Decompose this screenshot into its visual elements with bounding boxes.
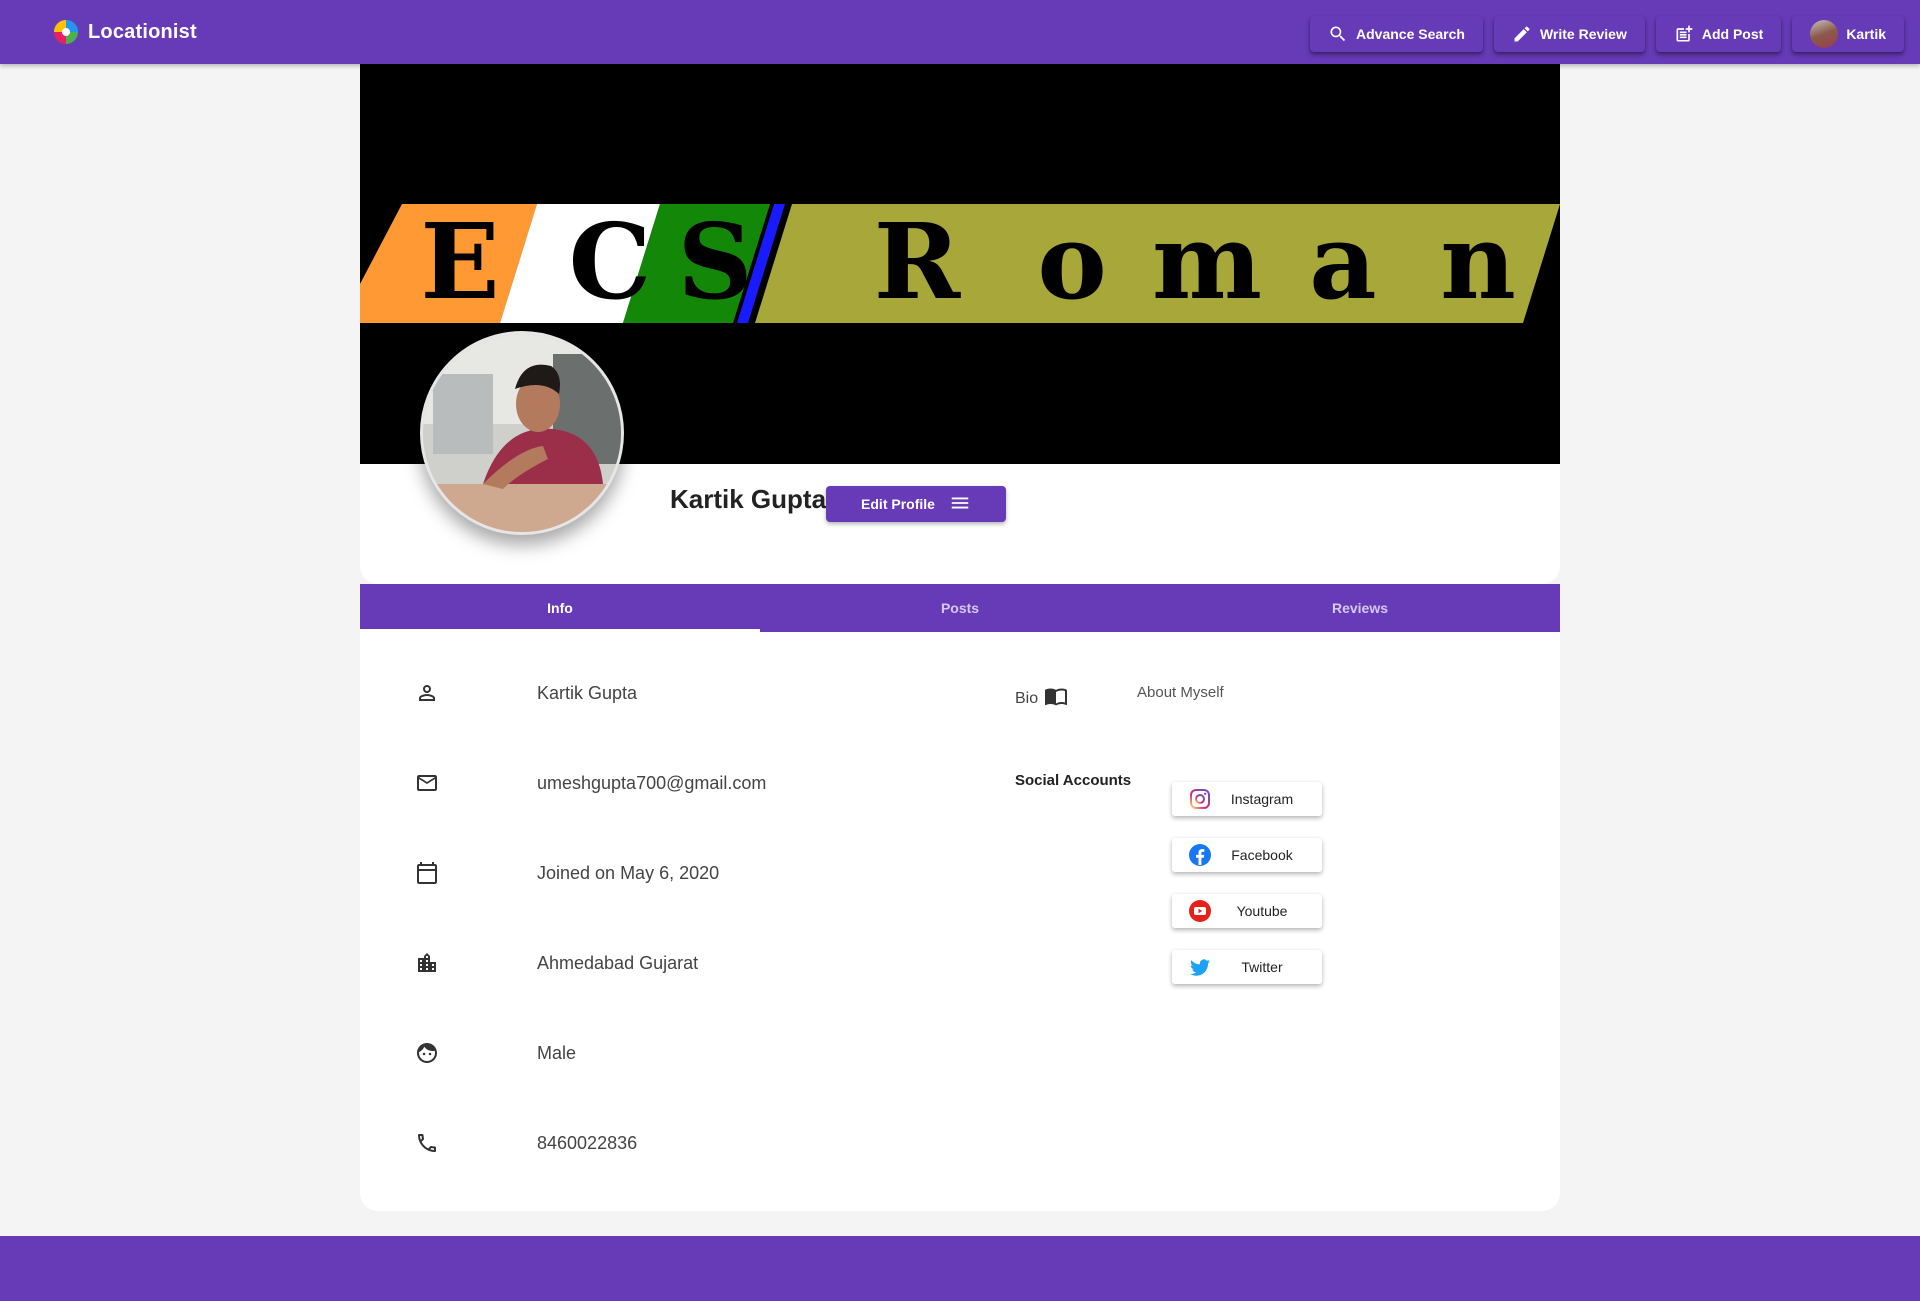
post-add-icon	[1674, 24, 1694, 44]
cover-letter: E	[420, 200, 499, 323]
write-review-button[interactable]: Write Review	[1493, 16, 1645, 52]
user-name-label: Kartik	[1846, 26, 1886, 42]
search-icon	[1328, 24, 1348, 44]
social-accounts-title: Social Accounts	[1015, 772, 1132, 789]
face-icon	[415, 1041, 439, 1065]
facebook-button[interactable]: Facebook	[1172, 838, 1322, 872]
info-phone: 8460022836	[537, 1132, 638, 1153]
profile-name: Kartik Gupta	[670, 484, 827, 514]
advance-search-label: Advance Search	[1356, 26, 1465, 42]
cover-letter: m	[1152, 200, 1262, 323]
add-post-button[interactable]: Add Post	[1655, 16, 1782, 52]
cover-letter: C	[569, 200, 652, 323]
profile-avatar[interactable]	[420, 331, 624, 535]
instagram-label: Instagram	[1230, 791, 1294, 807]
info-email: umeshgupta700@gmail.com	[537, 772, 767, 793]
twitter-button[interactable]: Twitter	[1172, 950, 1322, 984]
tab-info[interactable]: Info	[360, 584, 760, 632]
app-name: Locationist	[88, 20, 197, 43]
locationist-logo-icon	[52, 18, 80, 46]
twitter-label: Twitter	[1241, 959, 1283, 975]
person-icon	[415, 681, 439, 705]
bio-text: About Myself	[1137, 684, 1224, 701]
menu-icon	[949, 492, 971, 517]
cover-letter: a	[1309, 200, 1376, 323]
edit-profile-button[interactable]: Edit Profile	[826, 486, 1006, 522]
info-gender: Male	[537, 1042, 577, 1063]
bio-label-text: Bio	[1015, 689, 1039, 707]
pencil-icon	[1512, 24, 1532, 44]
footer	[0, 1236, 1920, 1301]
user-menu-button[interactable]: Kartik	[1792, 16, 1904, 52]
calendar-icon	[415, 861, 439, 885]
facebook-label: Facebook	[1231, 847, 1293, 863]
youtube-label: Youtube	[1236, 903, 1288, 919]
cover-letter: n	[1440, 200, 1516, 323]
mail-icon	[415, 771, 439, 795]
city-icon	[415, 951, 439, 975]
info-name: Kartik Gupta	[537, 682, 638, 703]
tab-reviews[interactable]: Reviews	[1160, 584, 1560, 632]
tab-posts[interactable]: Posts	[760, 584, 1160, 632]
book-icon	[1044, 684, 1068, 713]
cover-letter: R	[874, 200, 962, 323]
bio-label: Bio	[1015, 684, 1068, 713]
info-panel: Kartik Gupta umeshgupta700@gmail.com Joi…	[360, 632, 1560, 1211]
edit-profile-label: Edit Profile	[861, 496, 935, 512]
user-avatar	[1810, 20, 1839, 48]
write-review-label: Write Review	[1539, 26, 1627, 42]
cover-letter: o	[1037, 200, 1106, 323]
youtube-button[interactable]: Youtube	[1172, 894, 1322, 928]
add-post-label: Add Post	[1701, 26, 1764, 42]
profile-tabs: Info Posts Reviews	[360, 584, 1560, 632]
info-joined: Joined on May 6, 2020	[537, 862, 720, 883]
instagram-button[interactable]: Instagram	[1172, 782, 1322, 816]
cover-letter: S	[677, 200, 752, 323]
info-location: Ahmedabad Gujarat	[537, 952, 699, 973]
brand[interactable]: Locationist	[52, 18, 197, 46]
app-bar: Locationist Advance Search Write Review …	[0, 0, 1920, 64]
phone-icon	[415, 1131, 439, 1155]
advance-search-button[interactable]: Advance Search	[1310, 16, 1483, 52]
